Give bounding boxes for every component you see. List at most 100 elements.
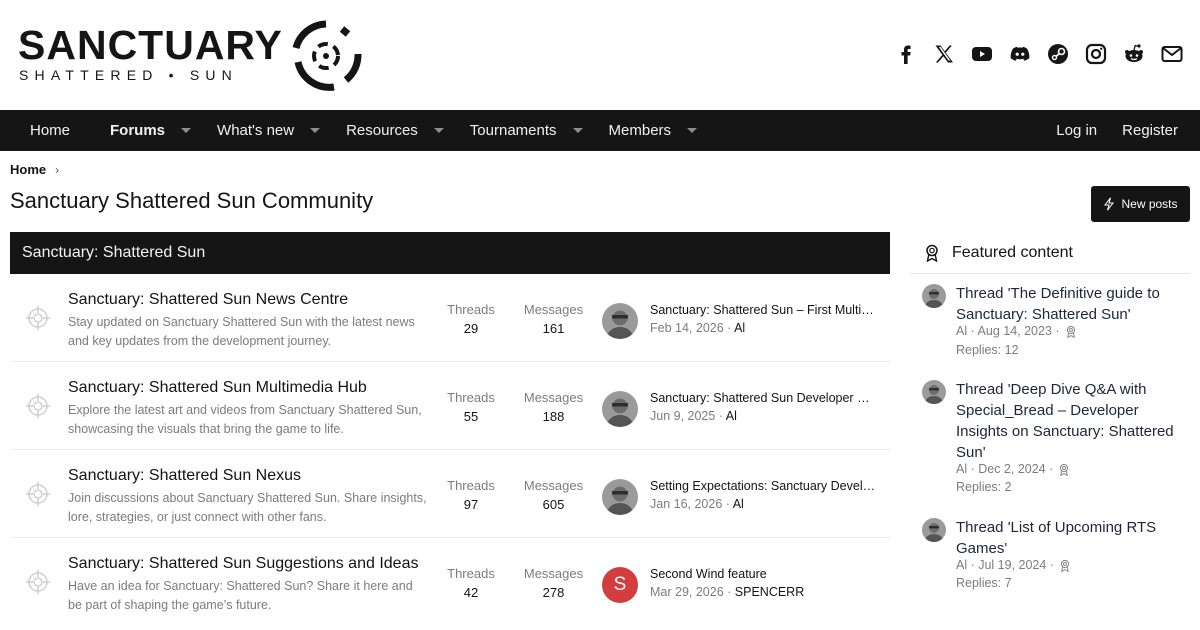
last-post-title[interactable]: Second Wind feature — [650, 567, 878, 581]
forum-description: Join discussions about Sanctuary Shatter… — [68, 491, 427, 524]
featured-meta-text: Al · Dec 2, 2024 · — [956, 462, 1054, 476]
award-icon — [1066, 325, 1075, 338]
last-post-meta: Mar 29, 2026 · SPENCERR — [650, 585, 804, 599]
login-link[interactable]: Log in — [1056, 110, 1097, 151]
logo-subline: SHATTERED • SUN — [19, 67, 238, 83]
messages-label: Messages — [523, 390, 584, 405]
last-post-date[interactable]: Feb 14, 2026 — [650, 321, 724, 335]
featured-meta: Al · Aug 14, 2023 · — [956, 324, 1077, 338]
chevron-down-icon[interactable] — [687, 128, 698, 133]
social-links — [894, 42, 1184, 66]
avatar[interactable] — [602, 479, 638, 515]
avatar[interactable] — [922, 380, 946, 404]
threads-count: 55 — [463, 409, 479, 424]
facebook-icon[interactable] — [894, 42, 918, 66]
chevron-down-icon[interactable] — [572, 128, 583, 133]
forum-row: Sanctuary: Shattered Sun Nexus Join disc… — [10, 450, 890, 538]
last-post-date[interactable]: Mar 29, 2026 — [650, 585, 724, 599]
page-title: Sanctuary Shattered Sun Community — [10, 188, 374, 213]
threads-label: Threads — [447, 390, 495, 405]
featured-thread-link[interactable]: Thread 'List of Upcoming RTS Games' — [956, 517, 1180, 559]
forum-title[interactable]: Sanctuary: Shattered Sun Nexus — [68, 467, 301, 485]
nav-members[interactable]: Members — [609, 110, 698, 151]
forum-description: Explore the latest art and videos from S… — [68, 403, 422, 436]
steam-icon[interactable] — [1046, 42, 1070, 66]
forum-description: Have an idea for Sanctuary: Shattered Su… — [68, 579, 413, 612]
last-post-user[interactable]: Al — [734, 321, 745, 335]
avatar[interactable] — [922, 518, 946, 542]
meta-separator: · — [723, 585, 735, 599]
instagram-icon[interactable] — [1084, 42, 1108, 66]
site-logo[interactable]: SANCTUARY SHATTERED • SUN — [18, 18, 363, 93]
breadcrumb-home[interactable]: Home — [10, 162, 46, 177]
chevron-down-icon[interactable] — [181, 128, 192, 133]
award-icon — [926, 244, 938, 262]
nav-resources-label: Resources — [346, 122, 418, 139]
nav-forums-label: Forums — [110, 122, 166, 139]
email-icon[interactable] — [1160, 42, 1184, 66]
threads-label: Threads — [447, 302, 495, 317]
logo-emblem-icon — [292, 20, 362, 91]
last-post-title[interactable]: Setting Expectations: Sanctuary Developm… — [650, 479, 878, 493]
messages-label: Messages — [523, 478, 584, 493]
avatar[interactable] — [922, 284, 946, 308]
nav-forums[interactable]: Forums — [110, 110, 192, 151]
threads-stat: Threads 29 — [436, 302, 506, 336]
chevron-down-icon[interactable] — [310, 128, 321, 133]
youtube-icon[interactable] — [970, 42, 994, 66]
last-post-title[interactable]: Sanctuary: Shattered Sun Developer Updat… — [650, 391, 878, 405]
forum-row: Sanctuary: Shattered Sun Suggestions and… — [10, 538, 890, 626]
forum-target-icon — [26, 570, 50, 594]
featured-thread-link[interactable]: Thread 'The Definitive guide to Sanctuar… — [956, 283, 1180, 325]
new-posts-button[interactable]: New posts — [1091, 186, 1190, 222]
avatar[interactable] — [602, 391, 638, 427]
bolt-icon — [1104, 197, 1115, 211]
nav-tournaments[interactable]: Tournaments — [470, 110, 583, 151]
forum-row: Sanctuary: Shattered Sun Multimedia Hub … — [10, 362, 890, 450]
nav-tournaments-label: Tournaments — [469, 122, 557, 139]
x-icon[interactable] — [932, 42, 956, 66]
chevron-right-icon: › — [55, 162, 60, 177]
last-post-date[interactable]: Jan 16, 2026 — [650, 497, 722, 511]
threads-stat: Threads 55 — [436, 390, 506, 424]
last-post-user[interactable]: SPENCERR — [735, 585, 804, 599]
threads-label: Threads — [447, 566, 495, 581]
featured-meta: Al · Dec 2, 2024 · — [956, 462, 1070, 476]
nav-home-label: Home — [30, 122, 71, 139]
nav-whats-new-label: What's new — [217, 122, 295, 139]
site-header: SANCTUARY SHATTERED • SUN — [0, 0, 1200, 110]
forum-title[interactable]: Sanctuary: Shattered Sun News Centre — [68, 291, 348, 309]
nav-home[interactable]: Home — [30, 110, 70, 151]
last-post-meta: Jun 9, 2025 · Al — [650, 409, 737, 423]
meta-separator: · — [715, 409, 726, 423]
reddit-icon[interactable] — [1122, 42, 1146, 66]
last-post-user[interactable]: Al — [726, 409, 737, 423]
featured-thread-link[interactable]: Thread 'Deep Dive Q&A with Special_Bread… — [956, 379, 1180, 463]
nav-whats-new[interactable]: What's new — [217, 110, 321, 151]
breadcrumb: Home › — [10, 162, 59, 177]
category-title: Sanctuary: Shattered Sun — [22, 244, 206, 261]
avatar[interactable] — [602, 303, 638, 339]
threads-count: 97 — [463, 497, 479, 512]
messages-count: 278 — [542, 585, 565, 600]
last-post-date[interactable]: Jun 9, 2025 — [650, 409, 715, 423]
nav-resources[interactable]: Resources — [346, 110, 444, 151]
messages-count: 161 — [542, 321, 565, 336]
avatar[interactable]: S — [602, 567, 638, 603]
messages-stat: Messages 188 — [516, 390, 591, 424]
last-post-user[interactable]: Al — [733, 497, 744, 511]
register-link[interactable]: Register — [1122, 110, 1178, 151]
nav-account: Log in Register — [1056, 110, 1178, 151]
messages-count: 605 — [542, 497, 565, 512]
forum-title[interactable]: Sanctuary: Shattered Sun Multimedia Hub — [68, 379, 367, 397]
discord-icon[interactable] — [1008, 42, 1032, 66]
messages-label: Messages — [523, 566, 584, 581]
last-post-title[interactable]: Sanctuary: Shattered Sun – First Multipl… — [650, 303, 878, 317]
category-header[interactable]: Sanctuary: Shattered Sun — [10, 232, 890, 274]
forum-title[interactable]: Sanctuary: Shattered Sun Suggestions and… — [68, 555, 418, 573]
forum-row: Sanctuary: Shattered Sun News Centre Sta… — [10, 274, 890, 362]
threads-count: 29 — [463, 321, 479, 336]
meta-separator: · — [723, 321, 735, 335]
forum-target-icon — [26, 394, 50, 418]
chevron-down-icon[interactable] — [433, 128, 444, 133]
